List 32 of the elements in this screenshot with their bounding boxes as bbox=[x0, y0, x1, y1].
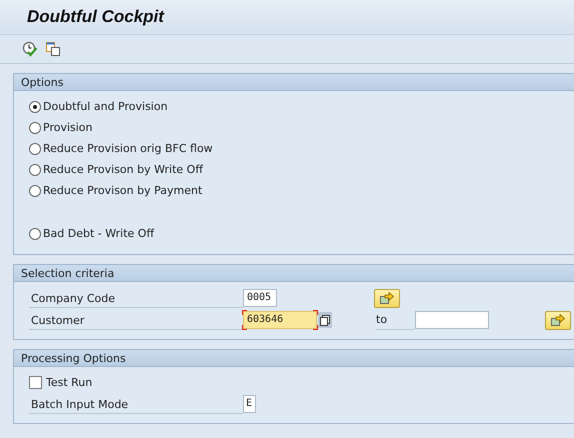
radio-button[interactable] bbox=[29, 100, 41, 112]
group-title: Options bbox=[21, 76, 64, 88]
radio-button[interactable] bbox=[29, 122, 41, 134]
input-field[interactable] bbox=[415, 311, 489, 329]
radio-label: Reduce Provision orig BFC flow bbox=[43, 142, 213, 155]
execute-clock-icon[interactable] bbox=[22, 41, 38, 57]
arrow-folder-icon bbox=[551, 314, 565, 326]
window-title: Doubtful Cockpit bbox=[27, 7, 164, 27]
copy-windows-icon[interactable] bbox=[45, 41, 61, 57]
checkbox-label: Test Run bbox=[46, 376, 92, 389]
multiple-selection-button[interactable] bbox=[374, 288, 400, 308]
field-label: Batch Input Mode bbox=[29, 394, 243, 414]
multiple-selection-button[interactable] bbox=[545, 310, 571, 330]
radio-button[interactable] bbox=[29, 184, 41, 196]
radio-label: Bad Debt - Write Off bbox=[43, 227, 154, 240]
radio-button[interactable] bbox=[29, 228, 41, 240]
input-field[interactable]: 603646 bbox=[243, 311, 317, 329]
arrow-folder-icon bbox=[380, 292, 394, 304]
radio-label: Doubtful and Provision bbox=[43, 100, 168, 113]
field-label: Company Code bbox=[29, 288, 243, 308]
input-field[interactable]: E bbox=[243, 395, 256, 413]
group-title: Processing Options bbox=[21, 352, 126, 364]
checkbox[interactable] bbox=[29, 376, 42, 389]
radio-label: Reduce Provison by Payment bbox=[43, 184, 202, 197]
field-label: Customer bbox=[29, 310, 243, 330]
multiple-selection-icon[interactable] bbox=[318, 312, 332, 328]
radio-button[interactable] bbox=[29, 164, 41, 176]
radio-label: Reduce Provison by Write Off bbox=[43, 163, 203, 176]
radio-button[interactable] bbox=[29, 142, 41, 154]
radio-label: Provision bbox=[43, 121, 93, 134]
group-title: Selection criteria bbox=[21, 266, 114, 280]
input-field[interactable]: 0005 bbox=[243, 289, 277, 307]
